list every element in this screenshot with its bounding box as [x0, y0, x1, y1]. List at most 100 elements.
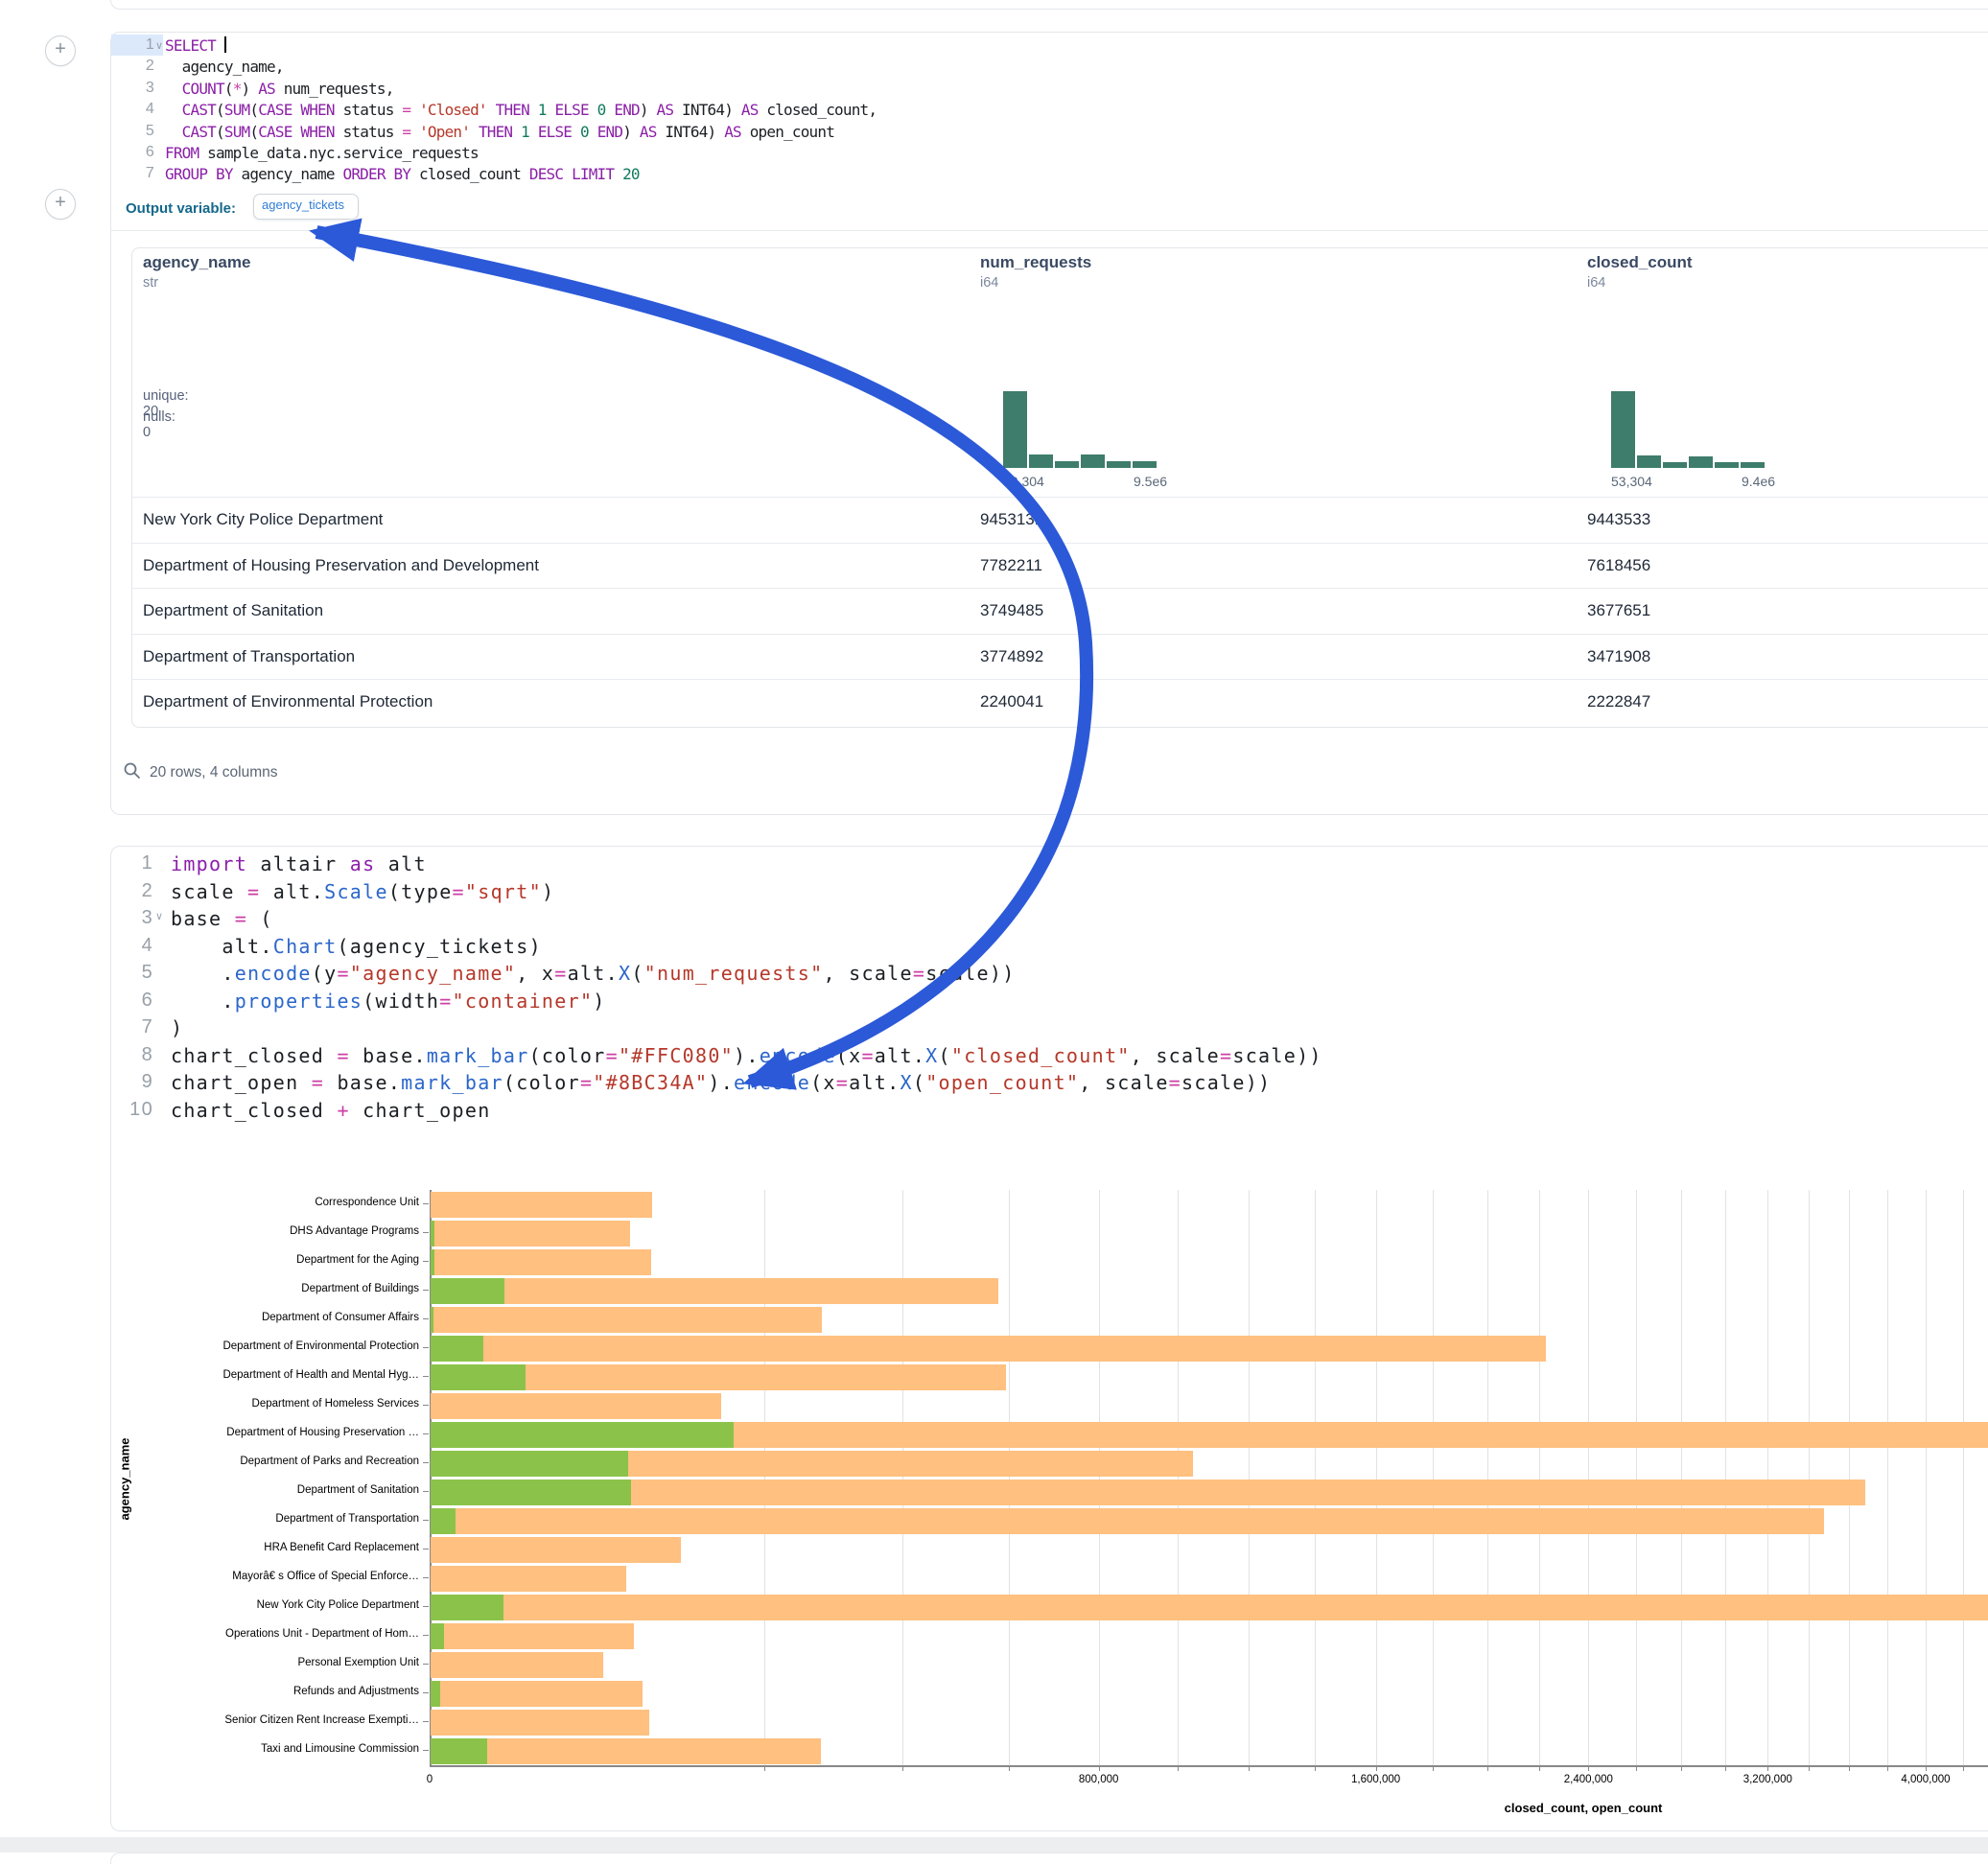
- page-gutter-band: [0, 1837, 1988, 1852]
- column-header-agency_name[interactable]: agency_name: [143, 253, 250, 272]
- bar-open-count[interactable]: [431, 1595, 503, 1620]
- output-variable-pill[interactable]: agency_tickets: [253, 194, 359, 220]
- bar-closed-count[interactable]: [431, 1278, 998, 1304]
- code-token: agency_name: [233, 165, 343, 183]
- code-line[interactable]: alt.Chart(agency_tickets): [171, 935, 542, 958]
- chevron-down-icon[interactable]: ∨: [155, 910, 164, 922]
- y-category-label: DHS Advantage Programs: [134, 1225, 419, 1237]
- bar-closed-count[interactable]: [431, 1249, 651, 1275]
- column-header-closed_count[interactable]: closed_count: [1587, 253, 1693, 272]
- bar-closed-count[interactable]: [431, 1738, 821, 1764]
- bar-closed-count[interactable]: [431, 1537, 681, 1563]
- x-tick-label: 800,000: [1041, 1774, 1157, 1785]
- bar-open-count[interactable]: [431, 1480, 631, 1505]
- table-row-cell-agency_name[interactable]: New York City Police Department: [143, 510, 383, 529]
- table-row-cell-num_requests[interactable]: 3749485: [980, 601, 1043, 620]
- table-row-cell-agency_name[interactable]: Department of Housing Preservation and D…: [143, 556, 539, 575]
- bar-closed-count[interactable]: [431, 1595, 1988, 1620]
- bar-closed-count[interactable]: [431, 1480, 1865, 1505]
- code-token: BY: [216, 165, 233, 183]
- code-line[interactable]: FROM sample_data.nyc.service_requests: [165, 144, 479, 162]
- bar-open-count[interactable]: [431, 1307, 433, 1333]
- code-token: ).: [708, 1071, 734, 1094]
- code-line[interactable]: base = (: [171, 907, 273, 930]
- table-row-cell-num_requests[interactable]: 9453131: [980, 510, 1043, 529]
- x-tick-label: 1,600,000: [1319, 1774, 1434, 1785]
- bar-closed-count[interactable]: [431, 1566, 626, 1592]
- code-token: ELSE: [554, 101, 588, 119]
- code-token: [529, 101, 538, 119]
- code-line[interactable]: CAST(SUM(CASE WHEN status = 'Open' THEN …: [165, 123, 834, 141]
- column-header-num_requests[interactable]: num_requests: [980, 253, 1091, 272]
- histogram-max-label: 9.4e6: [1742, 474, 1775, 489]
- chevron-down-icon[interactable]: ∨: [155, 39, 162, 52]
- code-line[interactable]: COUNT(*) AS num_requests,: [165, 80, 394, 98]
- bar-open-count[interactable]: [431, 1508, 456, 1534]
- code-token: chart_open: [350, 1099, 491, 1122]
- y-category-label: Mayorâ€ s Office of Special Enforce…: [134, 1571, 419, 1582]
- bar-open-count[interactable]: [431, 1364, 526, 1390]
- table-row-cell-agency_name[interactable]: Department of Transportation: [143, 647, 355, 666]
- code-line[interactable]: .properties(width="container"): [171, 990, 606, 1013]
- add-cell-button-top[interactable]: +: [45, 35, 76, 66]
- code-token: [470, 123, 479, 141]
- table-row-cell-num_requests[interactable]: 7782211: [980, 556, 1042, 575]
- bar-closed-count[interactable]: [431, 1623, 634, 1649]
- code-token: DESC: [529, 165, 563, 183]
- bar-closed-count[interactable]: [431, 1681, 643, 1707]
- line-number: 8: [111, 1044, 153, 1066]
- table-row-cell-closed_count[interactable]: 3677651: [1587, 601, 1650, 620]
- bar-open-count[interactable]: [431, 1623, 444, 1649]
- x-tick-label: 0: [372, 1774, 487, 1785]
- table-row-cell-num_requests[interactable]: 3774892: [980, 647, 1043, 666]
- code-line[interactable]: chart_closed + chart_open: [171, 1099, 491, 1122]
- bar-open-count[interactable]: [431, 1681, 440, 1707]
- code-line[interactable]: .encode(y="agency_name", x=alt.X("num_re…: [171, 962, 1016, 985]
- add-cell-button-middle[interactable]: +: [45, 189, 76, 220]
- code-token: "closed_count": [951, 1044, 1131, 1067]
- bar-closed-count[interactable]: [431, 1508, 1824, 1534]
- code-line[interactable]: chart_closed = base.mark_bar(color="#FFC…: [171, 1044, 1322, 1067]
- gridline: [1926, 1190, 1927, 1765]
- bar-open-count[interactable]: [431, 1221, 434, 1247]
- bar-open-count[interactable]: [431, 1249, 434, 1275]
- code-line[interactable]: agency_name,: [165, 58, 284, 76]
- code-token: , scale: [823, 962, 912, 985]
- table-row-cell-num_requests[interactable]: 2240041: [980, 692, 1043, 711]
- bar-open-count[interactable]: [431, 1336, 483, 1362]
- bar-closed-count[interactable]: [431, 1336, 1546, 1362]
- bar-closed-count[interactable]: [431, 1307, 822, 1333]
- table-row-cell-closed_count[interactable]: 2222847: [1587, 692, 1650, 711]
- code-token: , x: [516, 962, 554, 985]
- code-line[interactable]: scale = alt.Scale(type="sqrt"): [171, 880, 554, 903]
- code-token: =: [836, 1071, 849, 1094]
- y-tick: [423, 1635, 429, 1636]
- bar-open-count[interactable]: [431, 1738, 487, 1764]
- code-line[interactable]: ): [171, 1016, 183, 1039]
- bar-closed-count[interactable]: [431, 1652, 603, 1678]
- table-row-cell-agency_name[interactable]: Department of Environmental Protection: [143, 692, 433, 711]
- code-line[interactable]: chart_open = base.mark_bar(color="#8BC34…: [171, 1071, 1271, 1094]
- code-token: encode: [734, 1071, 810, 1094]
- bar-closed-count[interactable]: [431, 1393, 721, 1419]
- histogram-bar: [1663, 462, 1687, 468]
- table-row-cell-agency_name[interactable]: Department of Sanitation: [143, 601, 323, 620]
- bar-closed-count[interactable]: [431, 1221, 630, 1247]
- bar-open-count[interactable]: [431, 1422, 734, 1448]
- code-line[interactable]: GROUP BY agency_name ORDER BY closed_cou…: [165, 165, 640, 183]
- code-line[interactable]: import altair as alt: [171, 852, 427, 875]
- bar-closed-count[interactable]: [431, 1192, 652, 1218]
- code-token: ).: [734, 1044, 760, 1067]
- code-line[interactable]: CAST(SUM(CASE WHEN status = 'Closed' THE…: [165, 101, 877, 119]
- search-icon[interactable]: [123, 761, 142, 781]
- bar-closed-count[interactable]: [431, 1710, 649, 1736]
- table-row-cell-closed_count[interactable]: 3471908: [1587, 647, 1650, 666]
- table-row-cell-closed_count[interactable]: 9443533: [1587, 510, 1650, 529]
- y-tick: [423, 1462, 429, 1463]
- bar-open-count[interactable]: [431, 1278, 504, 1304]
- table-row-cell-closed_count[interactable]: 7618456: [1587, 556, 1650, 575]
- code-line[interactable]: SELECT: [165, 36, 226, 55]
- code-token: =: [337, 1044, 349, 1067]
- y-category-label: Department of Environmental Protection: [134, 1340, 419, 1352]
- bar-open-count[interactable]: [431, 1451, 628, 1477]
